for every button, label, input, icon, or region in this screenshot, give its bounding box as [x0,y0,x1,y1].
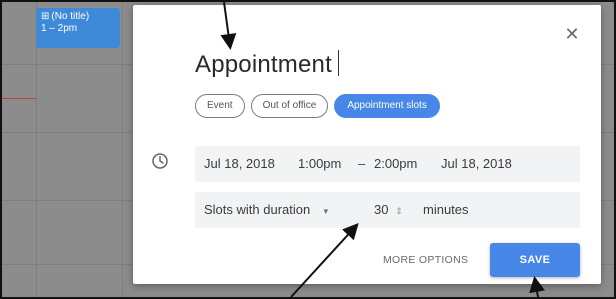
current-time-indicator [2,98,36,99]
tab-appointment-slots[interactable]: Appointment slots [334,94,440,118]
clock-icon [152,153,168,169]
slots-mode-label: Slots with duration [204,202,311,217]
datetime-row: Jul 18, 2018 1:00pm – 2:00pm Jul 18, 201… [195,146,580,182]
duration-unit-label: minutes [423,202,469,217]
end-date-field[interactable]: Jul 18, 2018 [441,156,512,171]
event-chip-title: (No title) [51,11,90,22]
screenshot-frame: ⊞ (No title) 1 – 2pm ✕ Appointment Event … [0,0,616,299]
start-date-field[interactable]: Jul 18, 2018 [204,156,275,171]
chevron-down-icon: ▼ [321,207,330,216]
start-time-field[interactable]: 1:00pm [298,156,341,171]
close-icon[interactable]: ✕ [563,25,581,43]
event-chip-time: 1 – 2pm [41,23,78,34]
event-type-tabs: Event Out of office Appointment slots [195,94,440,118]
text-caret [337,50,339,76]
calendar-event-chip[interactable]: ⊞ (No title) 1 – 2pm [36,8,120,48]
duration-value: 30 [374,202,389,217]
more-options-button[interactable]: MORE OPTIONS [383,254,468,266]
grid-icon: ⊞ [41,11,50,22]
event-title-input[interactable]: Appointment [195,50,339,84]
calendar-grid-line [122,2,123,297]
end-time-field[interactable]: 2:00pm [374,156,417,171]
tab-out-of-office[interactable]: Out of office [250,94,329,118]
stepper-icon[interactable]: ⇕ [395,206,403,216]
create-event-dialog: ✕ Appointment Event Out of office Appoin… [133,5,601,284]
event-title-text: Appointment [195,51,332,78]
tab-event[interactable]: Event [195,94,245,118]
duration-stepper[interactable]: 30 ⇕ [374,202,403,217]
save-button[interactable]: SAVE [490,243,580,277]
time-separator: – [358,156,366,171]
slots-row: Slots with duration ▼ 30 ⇕ minutes [195,192,580,228]
slots-mode-dropdown[interactable]: Slots with duration ▼ [204,202,330,217]
